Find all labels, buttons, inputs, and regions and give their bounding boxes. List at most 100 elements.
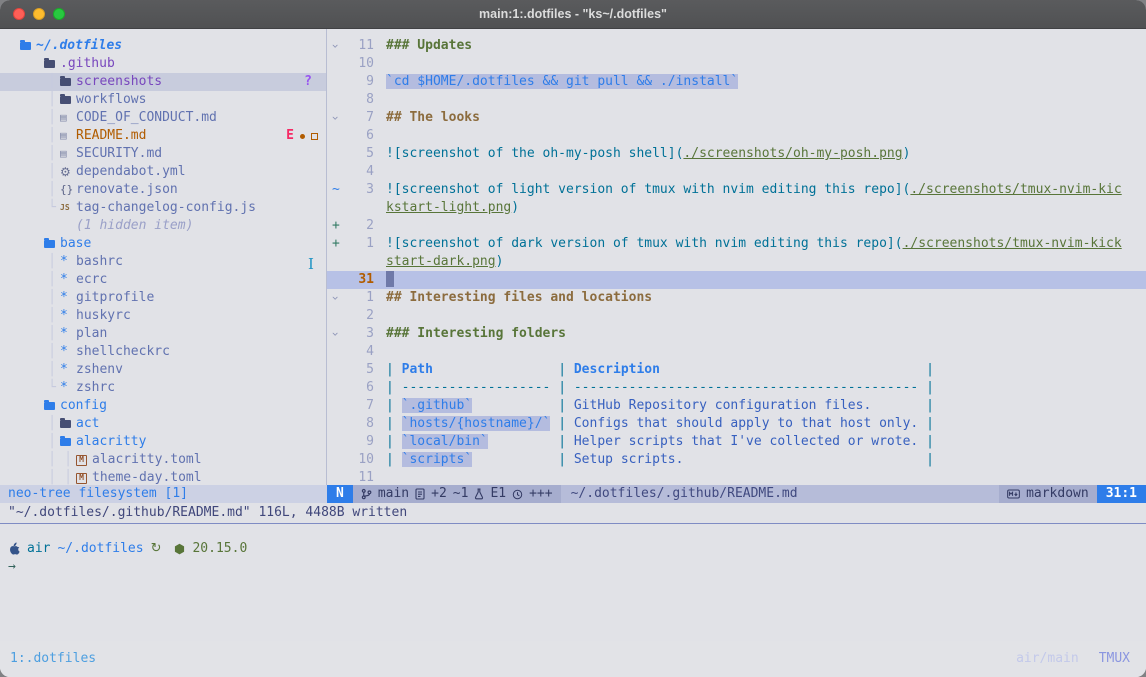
editor-line-7[interactable]: ›7## The looks: [327, 109, 1146, 127]
editor-line-1[interactable]: +1![screenshot of dark version of tmux w…: [327, 235, 1146, 253]
gitsign-changed: ~: [327, 181, 348, 199]
tree-item-huskyrc[interactable]: │*huskyrc: [0, 307, 326, 325]
tree-item--.dotfiles[interactable]: ~/.dotfiles: [0, 37, 326, 55]
tree-item-tag-changelog-config.js[interactable]: └JStag-changelog-config.js: [0, 199, 326, 217]
editor-line-11[interactable]: 11: [327, 469, 1146, 485]
tree-item-workflows[interactable]: │workflows: [0, 91, 326, 109]
editor-line-wrap-12[interactable]: start-dark.png): [327, 253, 1146, 271]
editor-line-3[interactable]: ›3### Interesting folders: [327, 325, 1146, 343]
chevron-down-icon: ›: [327, 114, 345, 121]
text-segment: |: [558, 380, 574, 395]
indent-guide: [28, 199, 44, 217]
editor-line-9[interactable]: 9| `local/bin` | Helper scripts that I'v…: [327, 433, 1146, 451]
tree-item-screenshots[interactable]: │screenshots?: [0, 73, 326, 91]
text-segment: |: [386, 416, 402, 431]
editor-line-11[interactable]: ›11### Updates: [327, 37, 1146, 55]
folder-icon: [20, 42, 31, 50]
indent-guide: [28, 253, 44, 271]
shell-pane[interactable]: air ~/.dotfiles ↻ 20.15.0 →: [0, 524, 1146, 641]
editor-line-8[interactable]: 8: [327, 91, 1146, 109]
line-number: [348, 199, 374, 217]
tree-item-dependabot.yml[interactable]: │⚙dependabot.yml: [0, 163, 326, 181]
tree-item-act[interactable]: │act: [0, 415, 326, 433]
indent-guide: [28, 217, 44, 235]
markdown-file-icon: ▤: [60, 145, 67, 163]
indent-guide: [28, 145, 44, 163]
tree-item-alacritty[interactable]: │alacritty: [0, 433, 326, 451]
indent-guide: │: [44, 307, 60, 325]
tree-item-icon-slot: *: [60, 379, 76, 397]
tree-item-alacritty.toml[interactable]: ││Malacritty.toml: [0, 451, 326, 469]
tree-item-theme-day.toml[interactable]: ││Mtheme-day.toml: [0, 469, 326, 485]
indent-guide: │: [44, 325, 60, 343]
tree-item-label: zshenv: [76, 361, 123, 379]
indent-guide: [28, 325, 44, 343]
titlebar[interactable]: main:1:.dotfiles - "ks~/.dotfiles": [0, 0, 1146, 29]
tree-item-icon-slot: M: [76, 473, 92, 484]
tree-item-gitprofile[interactable]: │*gitprofile: [0, 289, 326, 307]
editor-line-4[interactable]: 4: [327, 343, 1146, 361]
editor-line-4[interactable]: 4: [327, 163, 1146, 181]
editor-line-2[interactable]: 2: [327, 307, 1146, 325]
tree-item-zshenv[interactable]: │*zshenv: [0, 361, 326, 379]
text-segment: |: [926, 362, 934, 377]
line-number: 6: [348, 127, 374, 145]
indent-guide: [28, 379, 44, 397]
editor-line-9[interactable]: 9`cd $HOME/.dotfiles && git pull && ./in…: [327, 73, 1146, 91]
editor-line-6[interactable]: 6| ------------------- | ---------------…: [327, 379, 1146, 397]
markdown-file-icon: ▤: [60, 109, 67, 127]
fold-chevron-icon: ›: [327, 325, 348, 343]
tree-item--1-hidden-item-[interactable]: (1 hidden item): [0, 217, 326, 235]
tree-item-icon-slot: {}: [60, 181, 76, 199]
folder-icon: [44, 402, 55, 410]
shell-input-line[interactable]: →: [8, 558, 1138, 576]
editor-line-6[interactable]: 6: [327, 127, 1146, 145]
tree-item-security.md[interactable]: │▤SECURITY.md: [0, 145, 326, 163]
node-version: 20.15.0: [192, 540, 247, 558]
editor-line-wrap-9[interactable]: kstart-light.png): [327, 199, 1146, 217]
tree-item-code-of-conduct.md[interactable]: │▤CODE_OF_CONDUCT.md: [0, 109, 326, 127]
tree-item-.github[interactable]: .github: [0, 55, 326, 73]
tree-item-readme.md[interactable]: │▤README.mdE: [0, 127, 326, 145]
editor-line-5[interactable]: 5| Path | Description |: [327, 361, 1146, 379]
tmux-session-name: air/main: [1016, 650, 1079, 677]
text-segment: ## Interesting files and locations: [386, 290, 652, 305]
editor-line-5[interactable]: 5![screenshot of the oh-my-posh shell](.…: [327, 145, 1146, 163]
line-number: 4: [348, 343, 374, 361]
tree-item-plan[interactable]: │*plan: [0, 325, 326, 343]
tree-item-label: gitprofile: [76, 289, 154, 307]
editor-line-31[interactable]: 31: [327, 271, 1146, 289]
gutter-empty: [327, 163, 348, 181]
editor-line-1[interactable]: ›1## Interesting files and locations: [327, 289, 1146, 307]
text-segment: -------------------: [402, 380, 551, 395]
editor-line-7[interactable]: 7| `.github` | GitHub Repository configu…: [327, 397, 1146, 415]
tmux-window-item[interactable]: 1:.dotfiles: [10, 650, 96, 677]
editor-line-8[interactable]: 8| `hosts/{hostname}/` | Configs that sh…: [327, 415, 1146, 433]
tree-item-base[interactable]: base: [0, 235, 326, 253]
tree-item-icon-slot: *: [60, 289, 76, 307]
tree-item-zshrc[interactable]: └*zshrc: [0, 379, 326, 397]
editor-pane[interactable]: ›11### Updates109`cd $HOME/.dotfiles && …: [327, 29, 1146, 485]
text-segment: |: [386, 434, 402, 449]
terminal-window: main:1:.dotfiles - "ks~/.dotfiles" ~/.do…: [0, 0, 1146, 677]
line-number: [348, 253, 374, 271]
editor-line-10[interactable]: 10| `scripts` | Setup scripts. |: [327, 451, 1146, 469]
line-number: 9: [348, 73, 374, 91]
tree-item-bashrc[interactable]: │*bashrc: [0, 253, 326, 271]
gutter-empty: [327, 73, 348, 91]
text-segment: |: [926, 398, 934, 413]
tree-item-config[interactable]: config: [0, 397, 326, 415]
tree-item-ecrc[interactable]: │*ecrc: [0, 271, 326, 289]
tree-item-renovate.json[interactable]: │{}renovate.json: [0, 181, 326, 199]
line-text: ![screenshot of light version of tmux wi…: [386, 181, 1122, 199]
editor-line-2[interactable]: +2: [327, 217, 1146, 235]
editor-line-3[interactable]: ~3![screenshot of light version of tmux …: [327, 181, 1146, 199]
tree-item-shellcheckrc[interactable]: │*shellcheckrc: [0, 343, 326, 361]
indent-guide: │: [44, 127, 60, 145]
statusline-git-section: main +2 ~1 E1 +++: [353, 485, 561, 503]
clock-icon: [512, 489, 523, 500]
folder-icon: [60, 78, 71, 86]
line-number: 11: [348, 37, 374, 55]
editor-line-10[interactable]: 10: [327, 55, 1146, 73]
line-text: ## Interesting files and locations: [386, 289, 652, 307]
